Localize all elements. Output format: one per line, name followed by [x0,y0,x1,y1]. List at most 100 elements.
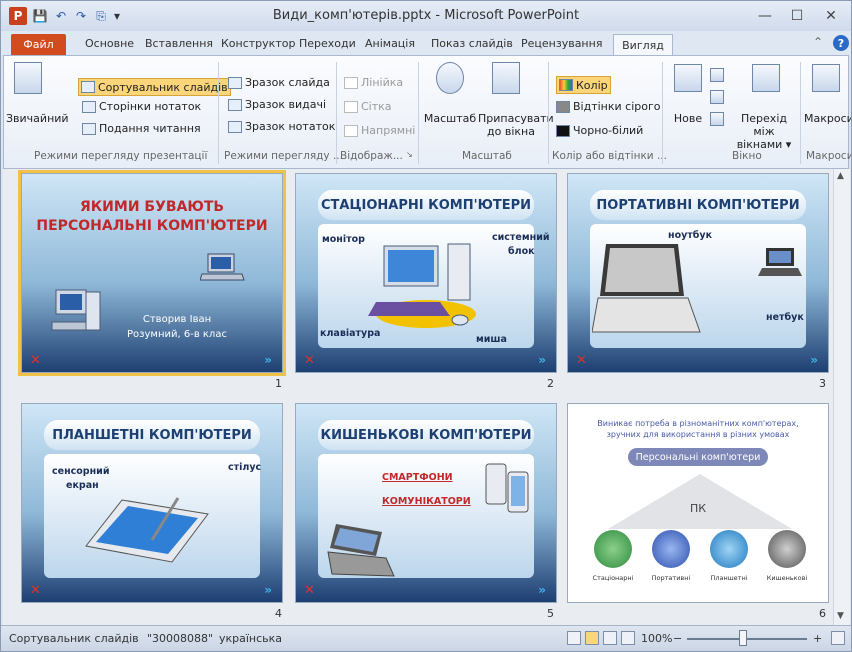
ribbon-separator [418,62,419,164]
zoom-out-icon[interactable]: − [673,632,682,645]
normal-view-button[interactable]: Звичайний [6,112,69,125]
slide-sorter-pane: ЯКИМИ БУВАЮТЬ ПЕРСОНАЛЬНІ КОМП'ЮТЕРИ Ств… [3,169,833,625]
handout-master-label: Зразок видачі [245,98,327,111]
tab-insert[interactable]: Вставлення [145,37,213,50]
ruler-checkbox[interactable]: Лінійка [344,76,403,89]
grid-label: Сітка [361,100,392,113]
zoom-level[interactable]: 100% [641,632,672,645]
slide-6-text-line1: Виникає потреба в різноманітних комп'юте… [597,419,799,428]
powerpoint-window: P 💾 ↶ ↷ ⎘ ▾ Види_комп'ютерів.pptx - Micr… [0,0,852,652]
master-views-group-label: Режими перегляду ... [224,150,343,162]
tab-file[interactable]: Файл [11,34,66,55]
minimize-button[interactable]: — [751,5,779,27]
notes-page-label: Сторінки нотаток [99,100,202,113]
guides-checkbox[interactable]: Напрямні [344,124,415,137]
notes-page-button[interactable]: Сторінки нотаток [82,100,201,113]
normal-view-icon[interactable] [14,62,42,94]
fit-to-window-icon[interactable] [492,62,520,94]
scroll-down-icon[interactable]: ▼ [837,611,844,621]
vertical-scrollbar[interactable]: ▲ ▼ [833,169,850,625]
status-view-name: Сортувальник слайдів [9,632,139,645]
slide-master-icon [228,76,242,89]
slide-sorter-status-icon[interactable] [585,631,599,645]
ribbon-separator [336,62,337,164]
zoom-icon[interactable] [436,62,464,94]
reading-view-status-icon[interactable] [603,631,617,645]
close-button[interactable]: ✕ [817,5,845,27]
label-smartphones: СМАРТФОНИ [382,472,453,483]
dialog-launcher-icon[interactable]: ↘ [406,150,413,159]
reading-view-icon [82,122,96,135]
status-language[interactable]: українська [219,632,282,645]
tab-design[interactable]: Конструктор [221,37,295,50]
handout-master-icon [228,98,242,111]
tab-slideshow[interactable]: Показ слайдів [431,37,513,50]
fit-line2: до вікна [487,125,535,138]
zoom-button[interactable]: Масштаб [422,112,478,125]
circle-label-pocket: Кишенькові [766,574,808,582]
grid-checkbox[interactable]: Сітка [344,100,392,113]
fit-line1: Припасувати [478,112,554,125]
switch-windows-icon[interactable] [752,64,780,92]
grayscale-icon [556,100,570,113]
switch-line1: Перехід між [741,112,787,138]
slideshow-status-icon[interactable] [621,631,635,645]
cascade-icon[interactable] [710,90,724,104]
help-icon[interactable]: ? [833,35,849,51]
notes-master-button[interactable]: Зразок нотаток [228,120,335,133]
reading-view-button[interactable]: Подання читання [82,122,201,135]
tab-view[interactable]: Вигляд [613,34,673,56]
slide-thumbnail-2[interactable]: СТАЦІОНАРНІ КОМП'ЮТЕРИ монітор системний… [295,173,557,373]
grayscale-button[interactable]: Відтінки сірого [556,100,660,113]
status-theme[interactable]: "30008088" [147,632,213,645]
arrange-all-icon[interactable] [710,68,724,82]
slide-nav-arrows-icon: » [538,353,546,367]
slide-close-mark-icon: ✕ [576,353,587,368]
slide-sorter-button[interactable]: Сортувальник слайдів [78,78,231,96]
macros-button[interactable]: Макроси [804,112,851,125]
handout-master-button[interactable]: Зразок видачі [228,98,326,111]
tab-transitions[interactable]: Переходи [299,37,356,50]
color-button[interactable]: Колір [556,76,611,94]
fit-slide-status-icon[interactable] [831,631,845,645]
maximize-button[interactable]: ☐ [783,5,811,27]
new-window-icon[interactable] [674,64,702,92]
slide-nav-arrows-icon: » [538,583,546,597]
scroll-up-icon[interactable]: ▲ [837,171,844,181]
zoom-in-icon[interactable]: + [813,632,822,645]
slide-thumbnail-5[interactable]: КИШЕНЬКОВІ КОМП'ЮТЕРИ СМАРТФОНИ КОМУНІКА… [295,403,557,603]
label-communicators: КОМУНІКАТОРИ [382,496,471,507]
switch-windows-button[interactable]: Перехід між вікнами ▾ [730,112,798,151]
fit-to-window-button[interactable]: Припасувати до вікна [478,112,554,138]
slide-thumbnail-1[interactable]: ЯКИМИ БУВАЮТЬ ПЕРСОНАЛЬНІ КОМП'ЮТЕРИ Ств… [18,170,286,376]
move-split-icon[interactable] [710,112,724,126]
slide-close-mark-icon: ✕ [304,353,315,368]
color-group-label: Колір або відтінки ... [552,150,667,162]
tab-animations[interactable]: Анімація [365,37,415,50]
guides-label: Напрямні [361,124,416,137]
grid-check-icon [344,100,358,113]
slide-nav-arrows-icon: » [810,353,818,367]
zoom-slider[interactable] [687,638,807,640]
slide-thumbnail-4[interactable]: ПЛАНШЕТНІ КОМП'ЮТЕРИ сенсорний екран сті… [21,403,283,603]
slide-close-mark-icon: ✕ [30,583,41,598]
label-monitor: монітор [322,234,365,245]
ribbon-tabs: Файл Основне Вставлення Конструктор Пере… [1,31,851,56]
tab-home[interactable]: Основне [85,37,134,50]
macros-icon[interactable] [812,64,840,92]
slide-nav-arrows-icon: » [264,583,272,597]
black-white-button[interactable]: Чорно-білий [556,124,643,137]
collapse-ribbon-icon[interactable]: ⌃ [813,35,823,49]
slide-4-title: ПЛАНШЕТНІ КОМП'ЮТЕРИ [44,420,260,450]
slide-thumbnail-6[interactable]: Виникає потреба в різноманітних комп'юте… [567,403,829,603]
zoom-slider-thumb[interactable] [739,630,747,646]
slide-master-button[interactable]: Зразок слайда [228,76,330,89]
tab-review[interactable]: Рецензування [521,37,602,50]
normal-view-status-icon[interactable] [567,631,581,645]
slide-6-heading-pill: Персональні комп'ютери [628,448,768,466]
ruler-check-icon [344,76,358,89]
slide-thumbnail-3[interactable]: ПОРТАТИВНІ КОМП'ЮТЕРИ ноутбук нетбук ✕ » [567,173,829,373]
new-window-button[interactable]: Нове [668,112,708,125]
ruler-label: Лінійка [361,76,404,89]
notes-master-label: Зразок нотаток [245,120,336,133]
